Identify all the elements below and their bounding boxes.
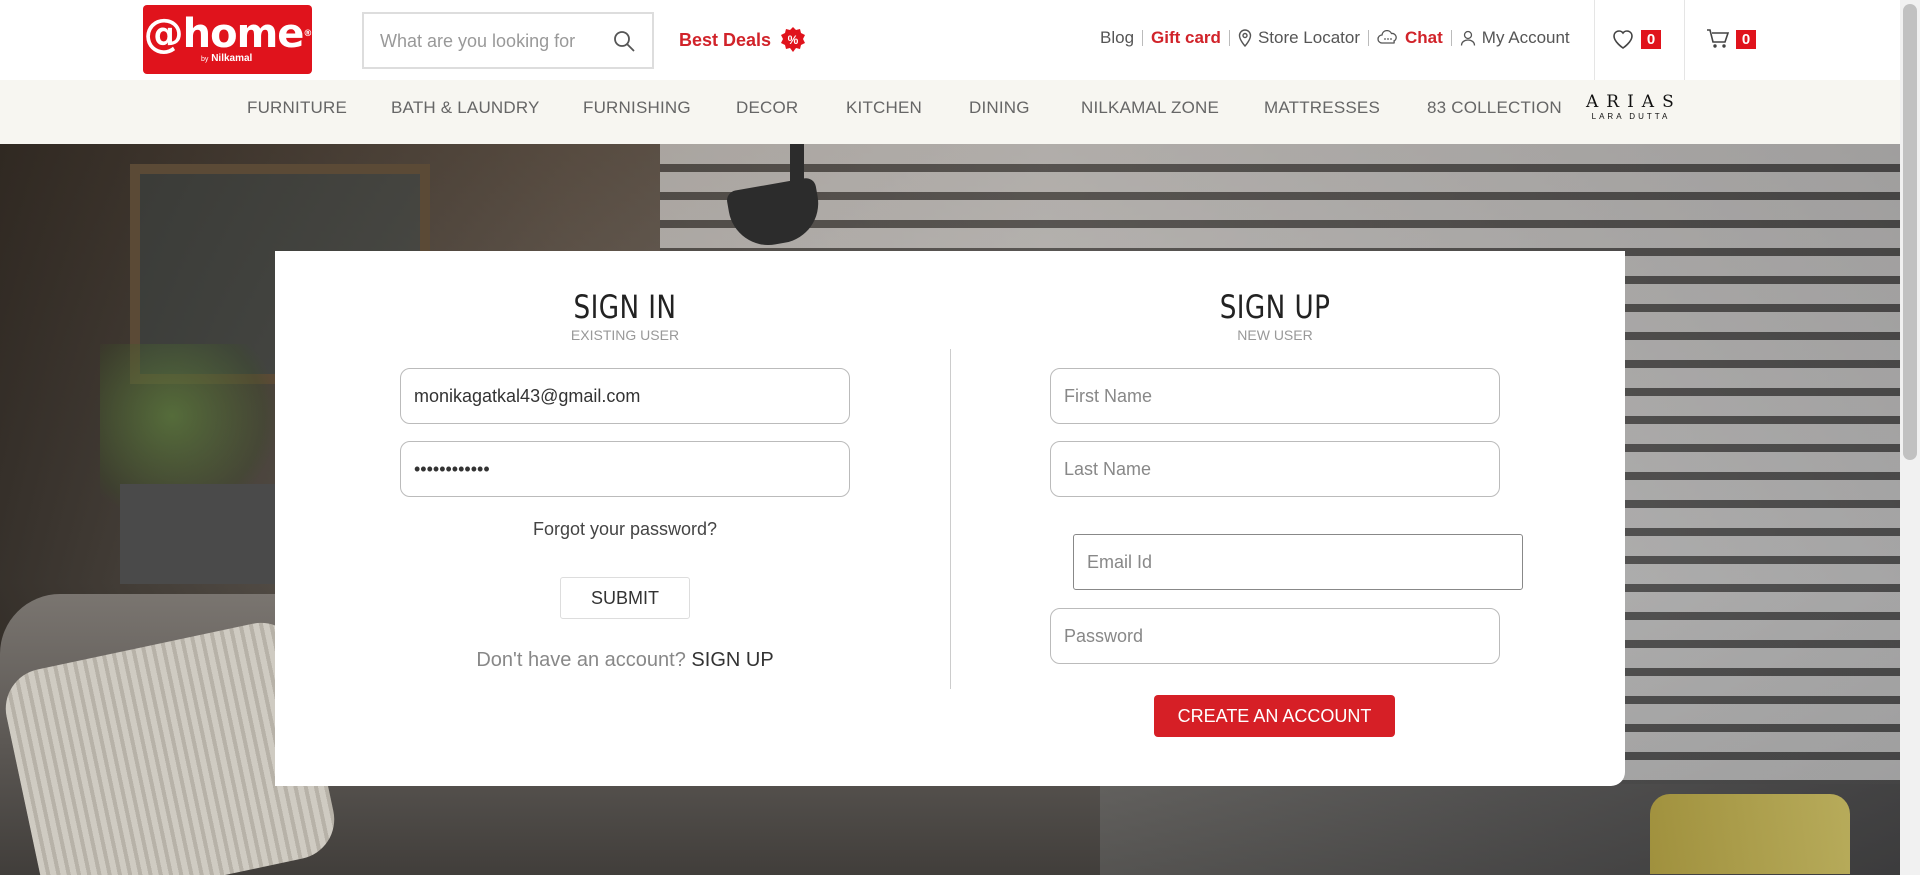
search-box	[362, 12, 654, 69]
chat-label: Chat	[1405, 28, 1443, 47]
nav-item-furnishing[interactable]: FURNISHING	[583, 80, 691, 144]
site-logo[interactable]: @home® by Nilkamal	[143, 5, 312, 74]
nav-item-decor[interactable]: DECOR	[736, 80, 798, 144]
nav-item-nilkamal-zone[interactable]: NILKAMAL ZONE	[1081, 80, 1219, 144]
divider	[1594, 0, 1595, 80]
search-input[interactable]	[380, 28, 600, 54]
best-deals-label: Best Deals	[679, 29, 772, 50]
cart-button[interactable]: 0	[1706, 28, 1756, 50]
first-name-field	[1050, 368, 1500, 424]
divider	[1142, 30, 1144, 46]
first-name-input[interactable]	[1051, 369, 1499, 423]
chat-link[interactable]: Chat	[1377, 28, 1443, 48]
wishlist-count-badge: 0	[1641, 29, 1661, 49]
user-icon	[1460, 30, 1475, 46]
location-pin-icon	[1238, 29, 1252, 47]
store-locator-label: Store Locator	[1257, 28, 1360, 47]
wishlist-button[interactable]: 0	[1611, 28, 1661, 50]
no-account-text: Don't have an account? SIGN UP	[275, 649, 975, 672]
signin-password-field	[400, 441, 850, 497]
my-account-label: My Account	[1481, 28, 1570, 47]
my-account-link[interactable]: My Account	[1460, 28, 1570, 48]
nav-item-dining[interactable]: DINING	[969, 80, 1030, 144]
utility-links: Blog Gift card Store Locator Chat My Acc…	[1100, 26, 1570, 50]
divider	[1228, 30, 1230, 46]
nav-item-bath-laundry[interactable]: BATH & LAUNDRY	[391, 80, 540, 144]
background-box	[120, 484, 280, 584]
signup-title: SIGN UP	[1219, 288, 1331, 326]
search-icon[interactable]	[612, 29, 636, 53]
cart-count-badge: 0	[1736, 29, 1756, 49]
nav-item-kitchen[interactable]: KITCHEN	[846, 80, 922, 144]
nav-item-83-collection[interactable]: 83 COLLECTION	[1427, 80, 1562, 144]
signin-subtitle: EXISTING USER	[570, 327, 680, 343]
signin-email-input[interactable]	[401, 369, 849, 423]
last-name-input[interactable]	[1051, 442, 1499, 496]
signup-password-field	[1050, 608, 1500, 664]
signin-title: SIGN IN	[573, 288, 677, 326]
percent-badge-icon: %	[781, 27, 806, 52]
registered-mark: ®	[303, 29, 312, 39]
signup-link[interactable]: SIGN UP	[691, 649, 773, 671]
divider	[1684, 0, 1685, 80]
arias-logo-title: ARIAS	[1586, 92, 1682, 112]
signup-email-input[interactable]	[1074, 535, 1522, 589]
signup-heading: SIGN UP NEW USER	[1125, 287, 1425, 343]
nav-item-furniture[interactable]: FURNITURE	[247, 80, 347, 144]
chat-cloud-icon	[1377, 30, 1397, 44]
divider	[1368, 30, 1369, 46]
heart-icon	[1613, 30, 1633, 49]
arias-logo-subtitle: LARA DUTTA	[1591, 112, 1671, 121]
store-locator-link[interactable]: Store Locator	[1238, 28, 1360, 48]
forgot-password-link[interactable]: Forgot your password?	[275, 519, 975, 540]
background-cups	[1650, 794, 1850, 874]
divider	[1450, 30, 1452, 46]
no-account-label: Don't have an account?	[476, 649, 686, 671]
signup-email-field	[1073, 534, 1523, 590]
signin-heading: SIGN IN EXISTING USER	[475, 287, 775, 343]
cart-icon	[1707, 29, 1730, 48]
submit-button[interactable]: SUBMIT	[560, 577, 690, 619]
logo-brand: Nilkamal	[211, 53, 253, 64]
create-account-button[interactable]: CREATE AN ACCOUNT	[1154, 695, 1395, 737]
signin-email-field	[400, 368, 850, 424]
page-scrollbar-thumb[interactable]	[1903, 4, 1917, 460]
svg-text:%: %	[788, 33, 799, 47]
gift-card-link[interactable]: Gift card	[1151, 28, 1221, 48]
signin-password-input[interactable]	[401, 442, 849, 496]
nav-item-mattresses[interactable]: MATTRESSES	[1264, 80, 1380, 144]
column-divider	[950, 349, 951, 689]
auth-card: SIGN IN EXISTING USER Forgot your passwo…	[275, 251, 1625, 786]
logo-text: @home	[143, 11, 305, 57]
arias-logo-link[interactable]: ARIAS LARA DUTTA	[1586, 92, 1676, 130]
logo-by: by	[201, 56, 209, 63]
blog-link[interactable]: Blog	[1100, 28, 1134, 48]
signup-password-input[interactable]	[1051, 609, 1499, 663]
best-deals-link[interactable]: Best Deals %	[679, 24, 807, 56]
last-name-field	[1050, 441, 1500, 497]
top-header: @home® by Nilkamal Best Deals % Blog Gif…	[0, 0, 1900, 80]
signup-subtitle: NEW USER	[1237, 327, 1313, 343]
